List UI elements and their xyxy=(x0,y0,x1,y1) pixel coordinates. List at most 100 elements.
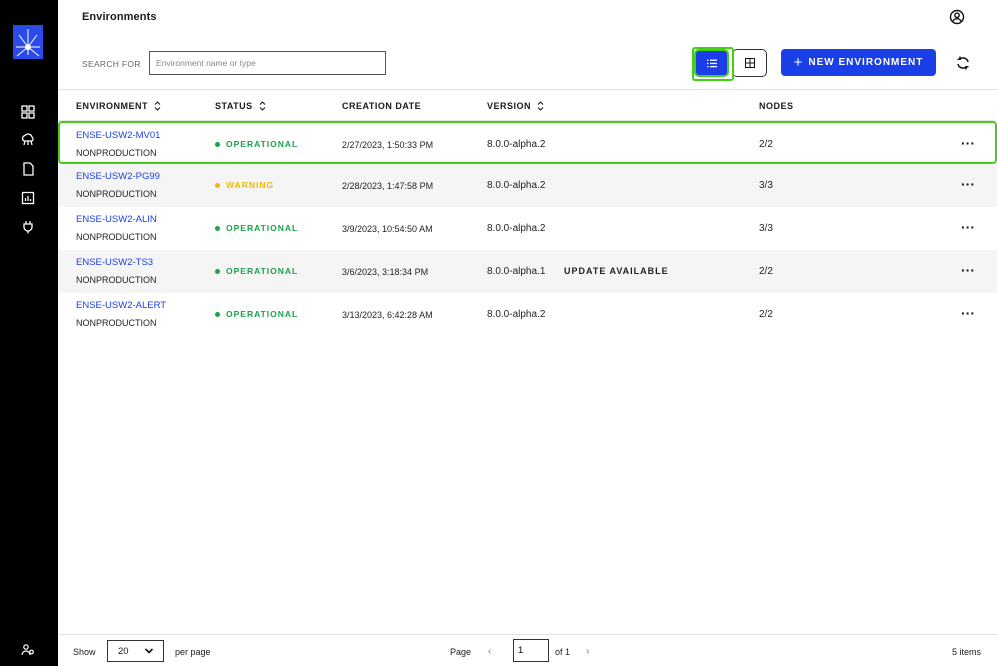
col-nodes-label: NODES xyxy=(759,101,794,111)
environment-type: NONPRODUCTION xyxy=(76,318,157,328)
nodes-count: 2/2 xyxy=(759,266,773,277)
table-row[interactable]: ENSE-USW2-MV01 NONPRODUCTION OPERATIONAL 2/… xyxy=(58,121,997,164)
page-count-label: of 1 xyxy=(555,647,571,657)
sort-icon[interactable] xyxy=(154,101,161,111)
col-environment[interactable]: ENVIRONMENT xyxy=(76,101,161,111)
top-bar: Environments xyxy=(58,0,997,36)
col-nodes: NODES xyxy=(759,101,794,111)
status-dot-icon xyxy=(215,268,220,274)
status-text: WARNING xyxy=(226,180,275,190)
environments-table: ENVIRONMENT STATUS CREATION DATE VERSION… xyxy=(58,89,997,336)
list-view-button[interactable] xyxy=(694,49,729,77)
col-status-label: STATUS xyxy=(215,101,253,111)
user-account-icon[interactable] xyxy=(949,9,965,25)
cloud-network-icon[interactable] xyxy=(19,131,37,149)
document-icon[interactable] xyxy=(19,160,37,178)
col-version-label: VERSION xyxy=(487,101,532,111)
list-icon xyxy=(706,59,717,67)
col-version[interactable]: VERSION xyxy=(487,101,544,111)
environment-type: NONPRODUCTION xyxy=(76,232,157,242)
search-label: SEARCH FOR xyxy=(82,59,141,69)
pagination-footer: Show 20 per page Page ‹ of 1 › 5 items xyxy=(58,634,997,666)
plus-icon: + xyxy=(793,54,803,71)
environment-type: NONPRODUCTION xyxy=(76,189,157,199)
version: 8.0.0-alpha.2 xyxy=(487,223,546,234)
sort-icon[interactable] xyxy=(259,101,266,111)
show-label: Show xyxy=(73,647,96,657)
status-badge: OPERATIONAL xyxy=(215,266,298,276)
page-title: Environments xyxy=(82,11,157,23)
main-content: SEARCH FOR + NEW ENVIRONMENT ENVIRONMENT xyxy=(58,36,997,666)
col-creation-date-label: CREATION DATE xyxy=(342,101,422,111)
status-badge: OPERATIONAL xyxy=(215,139,298,149)
more-options-icon[interactable]: ··· xyxy=(961,305,975,321)
environment-name-link[interactable]: ENSE-USW2-TS3 xyxy=(76,257,153,268)
status-badge: WARNING xyxy=(215,180,274,190)
col-status[interactable]: STATUS xyxy=(215,101,266,111)
per-page-select[interactable]: 20 xyxy=(107,640,164,662)
table-row[interactable]: ENSE-USW2-PG99 NONPRODUCTION WARNING 2/28/2… xyxy=(58,164,997,207)
environment-type: NONPRODUCTION xyxy=(76,148,157,158)
nodes-count: 2/2 xyxy=(759,309,773,320)
environment-name-link[interactable]: ENSE-USW2-ALERT xyxy=(76,300,166,311)
new-environment-label: NEW ENVIRONMENT xyxy=(808,57,924,68)
creation-date: 2/27/2023, 1:50:33 PM xyxy=(342,140,434,150)
prev-page-icon[interactable]: ‹ xyxy=(488,646,491,657)
per-page-value: 20 xyxy=(118,645,129,657)
sidebar xyxy=(0,0,58,666)
creation-date: 3/9/2023, 10:54:50 AM xyxy=(342,224,433,234)
more-options-icon[interactable]: ··· xyxy=(961,219,975,235)
version: 8.0.0-alpha.2 xyxy=(487,309,546,320)
status-text: OPERATIONAL xyxy=(226,223,299,233)
sort-icon[interactable] xyxy=(537,101,544,111)
status-badge: OPERATIONAL xyxy=(215,309,298,319)
environment-name-link[interactable]: ENSE-USW2-ALIN xyxy=(76,214,157,225)
environment-type: NONPRODUCTION xyxy=(76,275,157,285)
nodes-count: 3/3 xyxy=(759,223,773,234)
more-options-icon[interactable]: ··· xyxy=(961,176,975,192)
refresh-icon[interactable] xyxy=(955,55,971,71)
table-row[interactable]: ENSE-USW2-TS3 NONPRODUCTION OPERATIONAL 3/6… xyxy=(58,250,997,293)
status-text: OPERATIONAL xyxy=(226,309,299,319)
update-available-badge[interactable]: UPDATE AVAILABLE xyxy=(564,266,669,276)
more-options-icon[interactable]: ··· xyxy=(961,135,975,151)
nodes-count: 3/3 xyxy=(759,180,773,191)
table-row[interactable]: ENSE-USW2-ALIN NONPRODUCTION OPERATIONAL 3/… xyxy=(58,207,997,250)
page-input[interactable] xyxy=(513,639,549,662)
new-environment-button[interactable]: + NEW ENVIRONMENT xyxy=(781,49,936,76)
logo-icon xyxy=(13,25,43,59)
grid-icon xyxy=(744,58,755,68)
status-text: OPERATIONAL xyxy=(226,139,299,149)
col-creation-date: CREATION DATE xyxy=(342,101,421,111)
col-environment-label: ENVIRONMENT xyxy=(76,101,149,111)
creation-date: 3/6/2023, 3:18:34 PM xyxy=(342,267,429,277)
version: 8.0.0-alpha.2 xyxy=(487,180,546,191)
grid-view-button[interactable] xyxy=(732,49,767,77)
per-page-label: per page xyxy=(175,647,211,657)
version: 8.0.0-alpha.1 xyxy=(487,266,546,277)
status-dot-icon xyxy=(215,141,220,147)
report-icon[interactable] xyxy=(19,189,37,207)
creation-date: 3/13/2023, 6:42:28 AM xyxy=(342,310,433,320)
view-toggle-group xyxy=(692,47,770,81)
status-dot-icon xyxy=(215,225,220,231)
search-input[interactable] xyxy=(149,51,386,75)
environment-name-link[interactable]: ENSE-USW2-PG99 xyxy=(76,171,160,182)
status-dot-icon xyxy=(215,311,220,317)
table-row[interactable]: ENSE-USW2-ALERT NONPRODUCTION OPERATIONAL 3… xyxy=(58,293,997,336)
item-count-label: 5 items xyxy=(951,647,981,657)
dashboard-icon[interactable] xyxy=(19,103,37,121)
plug-icon[interactable] xyxy=(19,218,37,236)
table-header: ENVIRONMENT STATUS CREATION DATE VERSION… xyxy=(58,89,997,121)
status-text: OPERATIONAL xyxy=(226,266,299,276)
status-badge: OPERATIONAL xyxy=(215,223,298,233)
version: 8.0.0-alpha.2 xyxy=(487,139,546,150)
chevron-down-icon xyxy=(144,648,154,654)
users-icon[interactable] xyxy=(19,641,37,659)
table-body: ENSE-USW2-MV01 NONPRODUCTION OPERATIONAL 2/… xyxy=(58,121,997,336)
environment-name-link[interactable]: ENSE-USW2-MV01 xyxy=(76,130,160,141)
nodes-count: 2/2 xyxy=(759,139,773,150)
page-label: Page xyxy=(450,647,472,657)
more-options-icon[interactable]: ··· xyxy=(961,262,975,278)
next-page-icon[interactable]: › xyxy=(586,646,589,657)
